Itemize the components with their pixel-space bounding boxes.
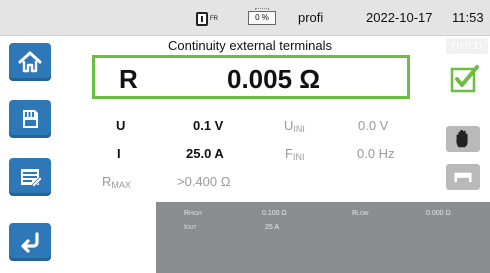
memory-card-icon	[23, 110, 38, 128]
rmax-sub: MAX	[111, 180, 131, 190]
rhigh-value: 0.100 Ω	[262, 210, 287, 217]
result-display: R 0.005 Ω	[92, 55, 410, 99]
uini-sub: INI	[293, 124, 305, 134]
fini-main: F	[285, 146, 293, 161]
sidebar	[0, 36, 60, 273]
info-panel: RHIGH 0.100 Ω RLOW 0.000 Ω IOUT 25 A	[156, 202, 490, 273]
network-sub-label: FR	[210, 15, 218, 22]
fini-sub: INI	[292, 152, 305, 162]
network-icon	[196, 11, 208, 26]
back-button[interactable]	[9, 223, 51, 261]
report-icon	[21, 169, 43, 188]
row-i-label: I	[117, 146, 121, 161]
checkmark-icon	[450, 65, 479, 93]
row-u-param-value: 0.0 V	[358, 118, 389, 133]
rhigh-label: RHIGH	[184, 210, 202, 217]
hand-stop-button[interactable]	[446, 126, 480, 152]
row-u-param-label: UINI	[284, 118, 305, 134]
row-rmax-label: RMAX	[102, 174, 131, 190]
row-u-value: 0.1 V	[193, 118, 224, 133]
rhigh-sub: HIGH	[189, 211, 202, 217]
row-rmax-value: >0.400 Ω	[177, 174, 231, 189]
battery-icon: 0 %	[248, 8, 276, 25]
iout-sub: OUT	[185, 225, 197, 231]
rlow-sub: LOW	[357, 211, 369, 217]
uini-main: U	[284, 118, 294, 133]
battery-level: 0 %	[255, 13, 269, 22]
user-profile[interactable]: profi	[298, 0, 338, 36]
rlow-label: RLOW	[352, 210, 368, 217]
result-function: R	[119, 64, 138, 94]
measurement-screen: Continuity external terminals HOLD R 0.0…	[60, 36, 490, 273]
report-button[interactable]	[9, 158, 51, 196]
back-arrow-icon	[21, 232, 39, 253]
iout-label: IOUT	[184, 224, 197, 231]
rlow-value: 0.000 Ω	[426, 210, 451, 217]
memory-button[interactable]	[9, 100, 51, 138]
home-icon	[18, 51, 42, 73]
result-value: 0.005 Ω	[227, 64, 321, 94]
home-button[interactable]	[9, 43, 51, 81]
row-i-value: 25.0 A	[186, 146, 224, 161]
time-display: 11:53	[452, 10, 484, 25]
probe-button[interactable]	[446, 164, 480, 190]
row-i-param-label: FINI	[285, 146, 304, 162]
hand-stop-icon	[456, 129, 468, 148]
rmax-main: R	[102, 174, 112, 189]
probe-icon	[454, 172, 472, 183]
hold-button[interactable]: HOLD	[446, 38, 488, 54]
page-title: Continuity external terminals	[167, 38, 333, 53]
network-status: FR	[196, 0, 222, 36]
iout-value: 25 A	[265, 224, 280, 231]
row-u-label: U	[116, 118, 126, 133]
battery-status: 0 %	[248, 5, 278, 31]
status-bar: FR 0 % profi 2022-10-17 11:53	[0, 0, 490, 36]
date-display: 2022-10-17	[366, 10, 433, 25]
row-i-param-value: 0.0 Hz	[357, 146, 395, 161]
